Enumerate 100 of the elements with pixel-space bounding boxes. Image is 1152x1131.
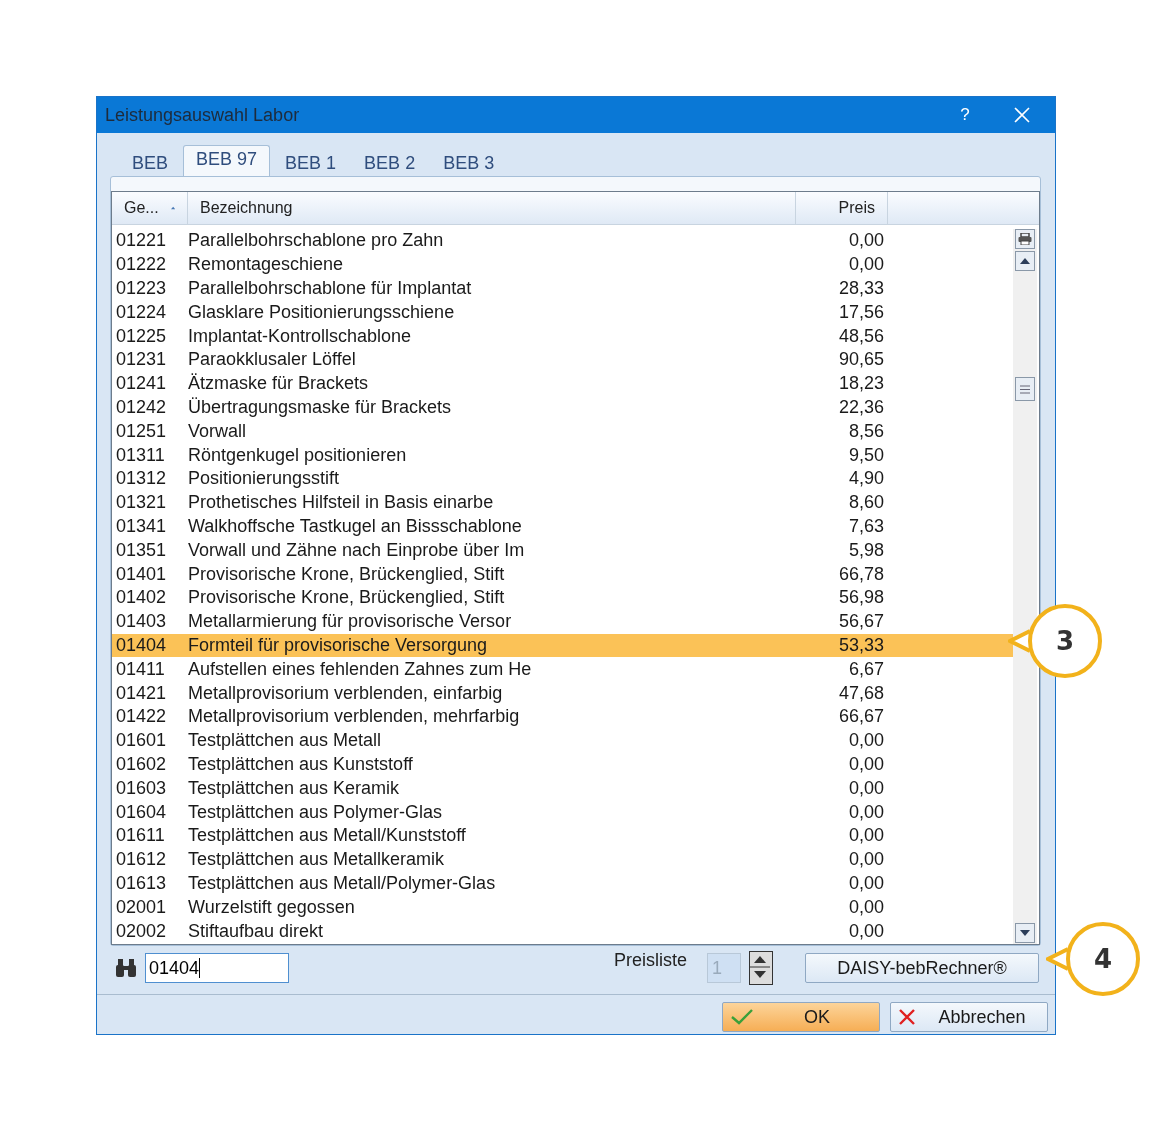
price-cell-text: 66,67 (837, 706, 884, 728)
table-row[interactable]: 01351 Vorwall und Zähne nach Einprobe über Im 5,98 (112, 538, 1013, 563)
name-cell-text: Positionierungsstift (188, 468, 341, 490)
table-row[interactable]: 01422 Metallprovisorium verblenden, mehrfarbig 66,67 (112, 704, 1013, 729)
name-cell-text: Testplättchen aus Polymer-Glas (188, 801, 444, 823)
table-row[interactable]: 01231 Paraokklusaler Löffel 90,65 (112, 348, 1013, 372)
price-cell-text: 0,00 (847, 801, 884, 823)
scroll-down-button[interactable] (1015, 923, 1035, 943)
price-cell-text: 48,56 (837, 325, 884, 347)
name-cell-text: Walkhoffsche Tastkugel an Bissschablone (188, 515, 523, 537)
name-cell-text: Implantat-Kontrollschablone (188, 325, 413, 347)
price-cell-text: 90,65 (837, 349, 884, 371)
table-row[interactable]: 01341 Walkhoffsche Tastkugel an Bissschablone 7,63 (112, 514, 1013, 539)
code-cell-text: 01421 (115, 682, 168, 704)
name-cell-text: Paraokklusaler Löffel (188, 349, 357, 371)
check-icon (731, 1009, 753, 1025)
column-header[interactable]: Ge... (112, 192, 188, 224)
search-field[interactable]: 01404 (145, 953, 289, 983)
name-cell-text: Testplättchen aus Metallkeramik (188, 849, 446, 871)
scroll-up-button[interactable] (1015, 251, 1035, 271)
ok-button[interactable]: OK (722, 1002, 880, 1032)
table-row[interactable]: 01321 Prothetisches Hilfsteil in Basis einarbe 8,60 (112, 490, 1013, 515)
code-cell-text: 01221 (115, 230, 168, 252)
tab[interactable]: BEB 2 (351, 149, 429, 176)
price-cell-text: 53,33 (837, 634, 884, 656)
price-cell-text: 0,00 (847, 730, 884, 752)
table-row[interactable]: 02001 Wurzelstift gegossen 0,00 (112, 895, 1013, 920)
table-row[interactable]: 01611 Testplättchen aus Metall/Kunststoff 0,00 (112, 823, 1013, 848)
table-row[interactable]: 01402 Provisorische Krone, Brückenglied, Stift 56,98 (112, 585, 1013, 610)
print-button[interactable] (1015, 229, 1035, 249)
name-cell-text: Übertragungsmaske für Brackets (188, 396, 453, 418)
name-cell-text: Vorwall (188, 420, 248, 442)
code-cell-text: 01403 (115, 611, 168, 633)
cross-icon (899, 1009, 915, 1025)
code-cell-text: 01321 (115, 492, 168, 514)
tab[interactable]: BEB 97 (183, 145, 271, 176)
table-row[interactable]: 01311 Röntgenkugel positionieren 9,50 (112, 443, 1013, 467)
price-cell-text: 4,90 (847, 468, 884, 490)
code-cell-text: 01603 (115, 777, 168, 799)
calculator-button[interactable]: DAISY-bebRechner® (805, 953, 1039, 983)
table-row[interactable]: 01241 Ätzmaske für Brackets 18,23 (112, 371, 1013, 396)
printer-icon (1018, 233, 1032, 245)
table-row[interactable]: 01222 Remontageschiene 0,00 (112, 252, 1013, 277)
column-header[interactable]: Preis (796, 192, 888, 224)
name-cell-text: Testplättchen aus Metall (188, 730, 383, 752)
table-row[interactable]: 01604 Testplättchen aus Polymer-Glas 0,00 (112, 800, 1013, 824)
name-cell-text: Prothetisches Hilfsteil in Basis einarbe (188, 492, 495, 514)
table-row[interactable]: 01221 Parallelbohrschablone pro Zahn 0,00 (112, 229, 1013, 253)
scrollbar[interactable] (1013, 229, 1037, 944)
table-row[interactable]: 01225 Implantat-Kontrollschablone 48,56 (112, 324, 1013, 348)
table-row[interactable]: 01613 Testplättchen aus Metall/Polymer-Glas 0,00 (112, 871, 1013, 896)
price-cell-text: 6,67 (847, 658, 884, 680)
price-cell-text: 0,00 (847, 230, 884, 252)
code-cell-text: 01241 (115, 373, 168, 395)
code-cell-text: 01341 (115, 515, 168, 537)
table-row[interactable]: 01602 Testplättchen aus Kunststoff 0,00 (112, 752, 1013, 777)
table-row[interactable]: 01223 Parallelbohrschablone für Implantat 28,33 (112, 276, 1013, 301)
table-row[interactable]: 01224 Glasklare Positionierungsschiene 17,56 (112, 300, 1013, 325)
price-cell-text: 56,67 (837, 611, 884, 633)
name-cell-text: Provisorische Krone, Brückenglied, Stift (188, 587, 506, 609)
table-row[interactable]: 01401 Provisorische Krone, Brückenglied, Stift 66,78 (112, 562, 1013, 586)
table-row[interactable]: 01251 Vorwall 8,56 (112, 419, 1013, 444)
column-header[interactable]: Bezeichnung (188, 192, 796, 224)
callout-number: 4 (1066, 922, 1140, 996)
binoculars-icon (115, 959, 137, 977)
name-cell-text: Remontageschiene (188, 254, 345, 276)
name-cell-text: Parallelbohrschablone pro Zahn (188, 230, 445, 252)
table-row[interactable]: 01612 Testplättchen aus Metallkeramik 0,00 (112, 847, 1013, 872)
table-row[interactable]: 01312 Positionierungsstift 4,90 (112, 466, 1013, 491)
tab[interactable]: BEB 1 (272, 149, 350, 176)
sort-arrow-icon (170, 205, 175, 211)
table-row[interactable]: 01404 Formteil für provisorische Versorgung 53,33 (112, 633, 1013, 658)
code-cell-text: 01223 (115, 278, 168, 299)
table-row[interactable]: 01601 Testplättchen aus Metall 0,00 (112, 728, 1013, 753)
tab[interactable]: BEB 3 (430, 149, 508, 176)
price-cell-text: 47,68 (837, 682, 884, 704)
table-row[interactable]: 01242 Übertragungsmaske für Brackets 22,36 (112, 395, 1013, 420)
code-cell-text: 01225 (115, 325, 168, 347)
table-row[interactable]: 01603 Testplättchen aus Keramik 0,00 (112, 776, 1013, 801)
cancel-button[interactable]: Abbrechen (890, 1002, 1048, 1032)
name-cell-text: Formteil für provisorische Versorgung (188, 634, 489, 656)
table-row[interactable]: 01403 Metallarmierung für provisorische Versor 56,67 (112, 609, 1013, 634)
table-row[interactable]: 01421 Metallprovisorium verblenden, einfarbig 47,68 (112, 681, 1013, 705)
tab[interactable]: BEB (119, 149, 182, 176)
price-cell-text: 5,98 (847, 539, 884, 561)
name-cell-text: Metallprovisorium verblenden, einfarbig (188, 682, 504, 704)
name-cell-text: Ätzmaske für Brackets (188, 373, 370, 395)
scroll-thumb[interactable] (1015, 377, 1035, 401)
code-cell-text: 01402 (115, 587, 168, 609)
price-cell-text: 0,00 (847, 753, 884, 775)
table-row[interactable]: 02002 Stiftaufbau direkt 0,00 (112, 919, 1013, 943)
help-button[interactable]: ? (933, 105, 997, 125)
code-cell-text: 01224 (115, 301, 168, 323)
table-row[interactable]: 01411 Aufstellen eines fehlenden Zahnes zum He 6,67 (112, 657, 1013, 682)
code-cell-text: 01604 (115, 801, 168, 823)
spin-buttons[interactable] (749, 951, 773, 985)
name-cell-text: Metallprovisorium verblenden, mehrfarbig (188, 706, 521, 728)
close-icon (1014, 107, 1030, 123)
name-cell-text: Testplättchen aus Metall/Polymer-Glas (188, 872, 497, 894)
code-cell-text: 01311 (115, 444, 166, 466)
